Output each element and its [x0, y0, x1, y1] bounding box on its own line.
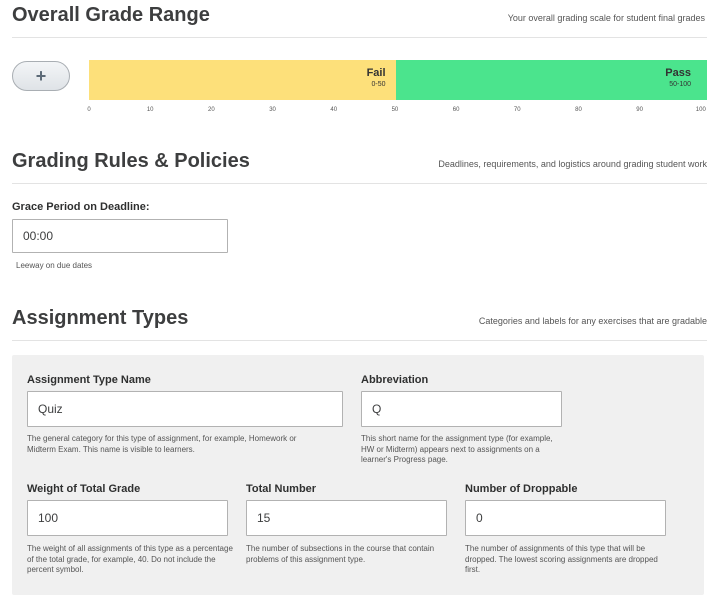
abbreviation-input[interactable] [361, 391, 562, 427]
tick-label: 20 [208, 107, 215, 113]
grade-axis-ticks: 0 10 20 30 40 50 60 70 80 90 100 [87, 107, 707, 117]
segment-range: 0-50 [371, 81, 386, 88]
tick-label: 60 [452, 107, 460, 113]
tick-label: 0 [87, 107, 91, 113]
grading-rules-header: Grading Rules & Policies Deadlines, requ… [12, 150, 707, 184]
tick-label: 50 [391, 107, 399, 113]
tick-label: 100 [695, 107, 706, 113]
add-grade-button[interactable]: + [12, 61, 70, 91]
grace-period-input[interactable] [12, 219, 228, 253]
weight-input[interactable] [27, 500, 228, 536]
grade-range-header: Overall Grade Range Your overall grading… [12, 4, 707, 38]
weight-help: The weight of all assignments of this ty… [27, 544, 233, 574]
grading-rules-subtitle: Deadlines, requirements, and logistics a… [438, 159, 707, 169]
tick-label: 80 [575, 107, 582, 113]
total-number-help: The number of subsections in the course … [246, 544, 435, 564]
assignment-types-subtitle: Categories and labels for any exercises … [478, 316, 707, 326]
total-number-label: Total Number [246, 483, 317, 495]
tick-label: 30 [269, 107, 276, 113]
tick-label: 40 [330, 107, 338, 113]
type-name-help: The general category for this type of as… [27, 434, 297, 454]
grade-range-title: Overall Grade Range [12, 4, 210, 26]
abbreviation-label: Abbreviation [361, 374, 429, 386]
type-name-label: Assignment Type Name [27, 374, 151, 386]
tick-label: 70 [513, 107, 521, 113]
assignment-types-title: Assignment Types [12, 307, 189, 329]
grade-range-subtitle: Your overall grading scale for student f… [507, 13, 705, 23]
tick-label: 90 [636, 107, 643, 113]
grace-period-help: Leeway on due dates [16, 261, 93, 270]
type-name-input[interactable] [27, 391, 343, 427]
assignment-types-header: Assignment Types Categories and labels f… [12, 307, 707, 341]
grace-period-label: Grace Period on Deadline: [12, 201, 150, 213]
grade-segment-fail[interactable]: Fail 0-50 [89, 60, 396, 100]
total-number-input[interactable] [246, 500, 447, 536]
grade-range-bar: Fail 0-50 Pass 50-100 [89, 60, 707, 100]
weight-label: Weight of Total Grade [27, 483, 141, 495]
droppable-help: The number of assignments of this type t… [465, 544, 658, 574]
grade-segment-pass[interactable]: Pass 50-100 [395, 60, 707, 100]
droppable-label: Number of Droppable [465, 483, 578, 495]
tick-label: 10 [146, 107, 154, 113]
droppable-input[interactable] [465, 500, 666, 536]
segment-range: 50-100 [669, 81, 691, 88]
abbreviation-help: This short name for the assignment type … [361, 434, 553, 464]
segment-name: Pass [665, 67, 691, 79]
segment-name: Fail [366, 67, 386, 79]
grading-rules-title: Grading Rules & Policies [12, 150, 250, 172]
